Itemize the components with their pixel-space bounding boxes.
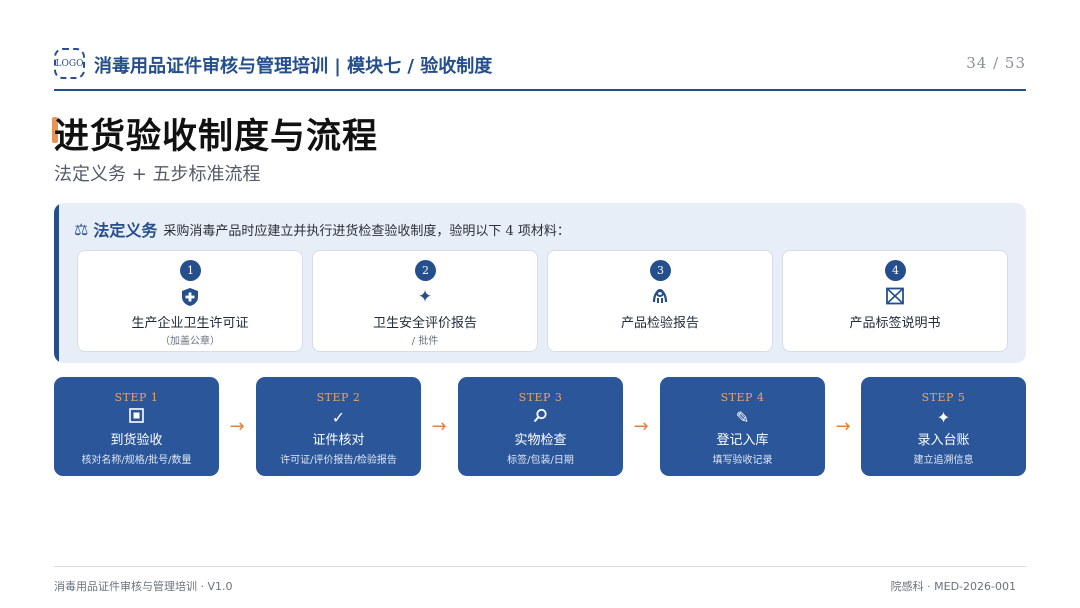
page-title: 进货验收制度与流程: [54, 117, 379, 157]
step-card-3: STEP 3 实物检查 标签/包装/日期: [458, 377, 623, 476]
step-label: STEP 2: [316, 391, 361, 404]
step-label: STEP 3: [518, 391, 563, 404]
step-description: 许可证/评价报告/检验报告: [280, 455, 397, 466]
balance-scale-icon: ⚖: [74, 219, 89, 239]
arrow-right-icon: →: [229, 416, 245, 437]
material-name: 产品标签说明书: [849, 316, 941, 331]
step-name: 证件核对: [312, 433, 365, 448]
header-title: 消毒用品证件审核与管理培训 | 模块七 / 验收制度: [94, 56, 493, 77]
material-name: 卫生安全评价报告: [372, 316, 477, 331]
step-name: 到货验收: [110, 433, 163, 448]
material-card-1: 1 生产企业卫生许可证 （加盖公章）: [77, 250, 303, 352]
header-divider: [54, 89, 1026, 91]
step-card-2: STEP 2 ✓ 证件核对 许可证/评价报告/检验报告: [256, 377, 421, 476]
step-label: STEP 4: [720, 391, 765, 404]
receive-icon: [54, 408, 219, 428]
material-card-4: 4 产品标签说明书: [782, 250, 1008, 352]
material-card-2: 2 ✦ 卫生安全评价报告 / 批件: [312, 250, 538, 352]
step-name: 实物检查: [514, 433, 567, 448]
panel-accent-bar: [54, 203, 59, 363]
footer-document-id: 院感科 · MED-2026-001: [890, 580, 1016, 593]
step-card-4: STEP 4 ✎ 登记入库 填写验收记录: [660, 377, 825, 476]
lab-icon: [548, 287, 772, 310]
material-number: 1: [180, 260, 201, 281]
panel-heading: ⚖ 法定义务 采购消毒产品时应建立并执行进货检查验收制度，验明以下 4 项材料：: [74, 217, 570, 241]
step-description: 核对名称/规格/批号/数量: [81, 455, 192, 466]
step-card-5: STEP 5 ✦ 录入台账 建立追溯信息: [861, 377, 1026, 476]
material-number: 2: [415, 260, 436, 281]
step-description: 填写验收记录: [712, 455, 773, 466]
material-name: 生产企业卫生许可证: [131, 316, 249, 331]
magnifier-icon: [458, 408, 623, 428]
logo-text: LOGO: [55, 58, 84, 69]
step-label: STEP 1: [114, 391, 159, 404]
label-box-icon: [783, 287, 1007, 310]
footer-course-info: 消毒用品证件审核与管理培训 · V1.0: [54, 580, 233, 593]
material-number: 3: [650, 260, 671, 281]
panel-text: 采购消毒产品时应建立并执行进货检查验收制度，验明以下 4 项材料：: [163, 223, 570, 239]
step-description: 建立追溯信息: [913, 455, 974, 466]
page-subtitle: 法定义务 + 五步标准流程: [54, 164, 261, 185]
arrow-right-icon: →: [835, 416, 851, 437]
shield-plus-icon: [78, 287, 302, 312]
footer-divider: [54, 566, 1026, 567]
step-label: STEP 5: [921, 391, 966, 404]
step-name: 录入台账: [917, 433, 970, 448]
step-card-1: STEP 1 到货验收 核对名称/规格/批号/数量: [54, 377, 219, 476]
panel-label: 法定义务: [93, 221, 158, 240]
sparkle-icon: ✦: [417, 287, 433, 307]
material-note: （加盖公章）: [160, 336, 220, 347]
sparkle-icon: ✦: [936, 408, 951, 427]
material-number: 4: [885, 260, 906, 281]
material-note: / 批件: [411, 336, 439, 347]
step-name: 登记入库: [716, 433, 769, 448]
step-description: 标签/包装/日期: [507, 455, 574, 466]
material-name: 产品检验报告: [620, 316, 699, 331]
pencil-icon: ✎: [735, 408, 750, 427]
arrow-right-icon: →: [633, 416, 649, 437]
page-number: 34 / 53: [966, 54, 1026, 72]
logo: LOGO: [54, 48, 85, 79]
slide-header: LOGO 消毒用品证件审核与管理培训 | 模块七 / 验收制度 34 / 53: [54, 46, 1026, 82]
check-icon: ✓: [331, 408, 346, 427]
material-card-3: 3 产品检验报告: [547, 250, 773, 352]
arrow-right-icon: →: [431, 416, 447, 437]
legal-obligation-panel: ⚖ 法定义务 采购消毒产品时应建立并执行进货检查验收制度，验明以下 4 项材料：…: [54, 203, 1026, 363]
